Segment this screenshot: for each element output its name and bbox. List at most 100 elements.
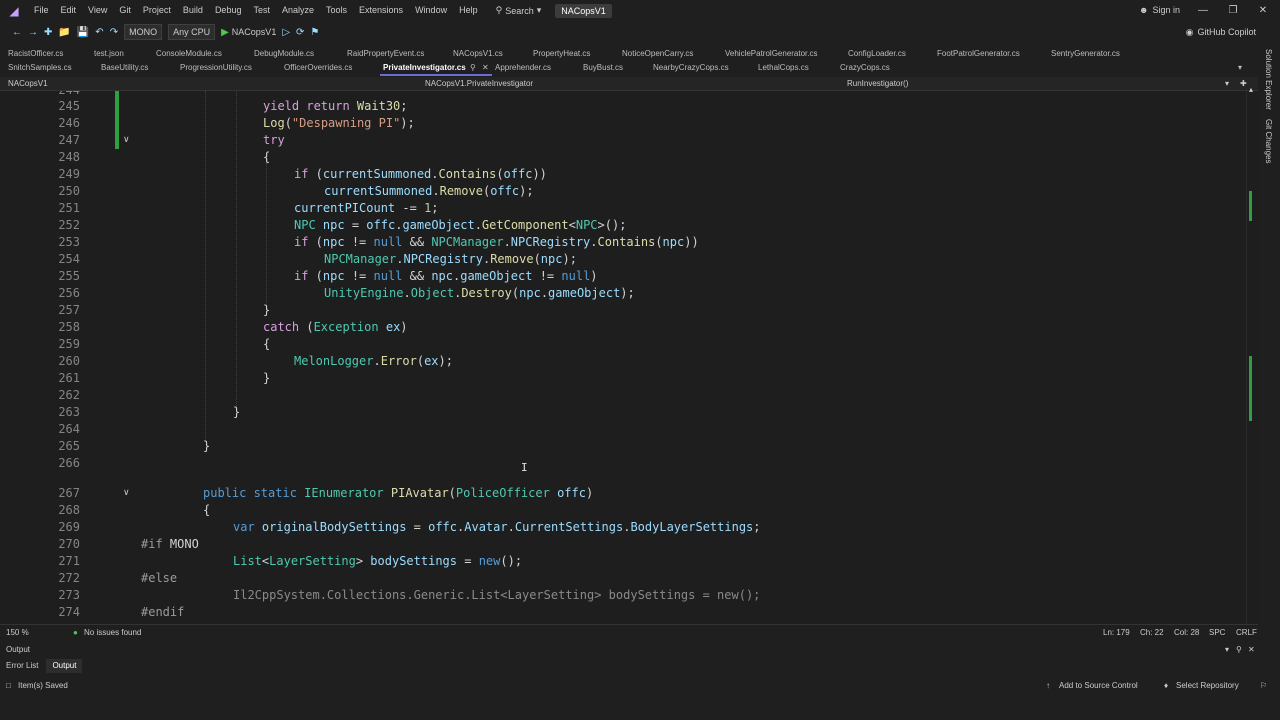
tab-officer-overrides[interactable]: OfficerOverrides.cs — [284, 61, 352, 75]
maximize-button[interactable]: ❐ — [1218, 0, 1248, 21]
redo-icon[interactable]: ↷ — [110, 27, 118, 38]
scrollbar-change-marker — [1249, 191, 1252, 221]
tab-property-heat[interactable]: PropertyHeat.cs — [533, 47, 590, 61]
tab-debug-module[interactable]: DebugModule.cs — [254, 47, 314, 61]
right-tool-rail: Solution Explorer Git Changes — [1258, 43, 1280, 643]
tab-crazy-cops[interactable]: CrazyCops.cs — [840, 61, 890, 75]
code-editor[interactable]: 244 245 246 247 248 249 250 251 252 253 … — [0, 91, 1246, 624]
tab-private-investigator[interactable]: PrivateInvestigator.cs — [383, 61, 466, 75]
whitespace-indicator[interactable]: SPC — [1209, 625, 1225, 641]
tab-output[interactable]: Output — [46, 659, 83, 673]
code-line: UnityEngine.Object.Destroy(npc.gameObjec… — [324, 286, 635, 300]
search-label: Search — [505, 5, 534, 16]
arrow-up-icon: ↑ — [1046, 681, 1050, 690]
save-icon[interactable]: 💾 — [77, 27, 89, 38]
git-changes-tab[interactable]: Git Changes — [1264, 119, 1273, 163]
close-button[interactable]: ✕ — [1248, 0, 1278, 21]
pin-icon[interactable]: ⚲ — [470, 61, 476, 75]
class-dropdown[interactable]: NACopsV1.PrivateInvestigator — [425, 77, 533, 91]
tab-progression-utility[interactable]: ProgressionUtility.cs — [180, 61, 252, 75]
menu-build[interactable]: Build — [177, 0, 209, 21]
tab-config-loader[interactable]: ConfigLoader.cs — [848, 47, 906, 61]
new-item-icon[interactable]: ✚ — [44, 27, 52, 38]
chevron-down-icon[interactable]: ▾ — [1225, 643, 1229, 657]
document-tabs-row-1: RacistOfficer.cs test.json ConsoleModule… — [0, 47, 1258, 61]
select-repository-button[interactable]: Select Repository — [1176, 678, 1239, 694]
add-to-source-control-button[interactable]: Add to Source Control — [1059, 678, 1138, 694]
search-menu[interactable]: ⚲ Search ▾ — [490, 0, 548, 21]
menu-file[interactable]: File — [28, 0, 55, 21]
tab-buy-bust[interactable]: BuyBust.cs — [583, 61, 623, 75]
fold-collapse-icon[interactable]: ∨ — [123, 134, 130, 145]
tab-snitch-samples[interactable]: SnitchSamples.cs — [8, 61, 72, 75]
menu-help[interactable]: Help — [453, 0, 484, 21]
code-line: try — [263, 133, 285, 147]
tab-vehicle-patrol-generator[interactable]: VehiclePatrolGenerator.cs — [725, 47, 818, 61]
char-indicator[interactable]: Ch: 22 — [1140, 625, 1164, 641]
tab-test-json[interactable]: test.json — [94, 47, 124, 61]
line-number: 270 — [58, 537, 80, 551]
line-number: 249 — [58, 167, 80, 181]
menu-extensions[interactable]: Extensions — [353, 0, 409, 21]
check-circle-icon: ● — [73, 628, 78, 637]
run-without-debug-icon[interactable]: ▷ — [282, 27, 290, 38]
back-icon[interactable]: ← — [12, 27, 22, 38]
menu-debug[interactable]: Debug — [209, 0, 248, 21]
split-editor-icon[interactable]: ✚ — [1240, 77, 1247, 91]
undo-icon[interactable]: ↶ — [95, 27, 103, 38]
solution-name-badge: NACopsV1 — [555, 3, 612, 18]
tab-sentry-generator[interactable]: SentryGenerator.cs — [1051, 47, 1120, 61]
scroll-up-icon[interactable]: ▴ — [1249, 85, 1253, 94]
tab-lethal-cops[interactable]: LethalCops.cs — [758, 61, 809, 75]
run-button[interactable]: ▶ NACopsV1 — [221, 27, 276, 38]
fold-collapse-icon[interactable]: ∨ — [123, 487, 130, 498]
tab-base-utility[interactable]: BaseUtility.cs — [101, 61, 148, 75]
open-folder-icon[interactable]: 📁 — [58, 27, 70, 38]
column-indicator[interactable]: Col: 28 — [1174, 625, 1199, 641]
chevron-down-icon[interactable]: ▾ — [1225, 77, 1229, 91]
hot-reload-icon[interactable]: ⟳ — [296, 27, 304, 38]
tab-nacopsv1[interactable]: NACopsV1.cs — [453, 47, 503, 61]
output-panel-header: Output ▾ ⚲ ✕ — [0, 643, 1258, 657]
tab-nearby-crazy-cops[interactable]: NearbyCrazyCops.cs — [653, 61, 729, 75]
menu-git[interactable]: Git — [113, 0, 137, 21]
line-number: 244 — [40, 91, 80, 97]
tab-apprehender[interactable]: Apprehender.cs — [495, 61, 551, 75]
tab-racist-officer[interactable]: RacistOfficer.cs — [8, 47, 63, 61]
forward-icon[interactable]: → — [28, 27, 38, 38]
tab-console-module[interactable]: ConsoleModule.cs — [156, 47, 222, 61]
solution-explorer-tab[interactable]: Solution Explorer — [1264, 49, 1273, 110]
zoom-dropdown[interactable]: 150 % — [6, 625, 29, 641]
tab-overflow-chevron-icon[interactable]: ▾ — [1238, 61, 1242, 75]
project-dropdown[interactable]: NACopsV1 — [8, 77, 48, 91]
sign-in-button[interactable]: ☻ Sign in — [1139, 0, 1180, 21]
line-number: 257 — [58, 303, 80, 317]
tab-notice-open-carry[interactable]: NoticeOpenCarry.cs — [622, 47, 693, 61]
line-indicator[interactable]: Ln: 179 — [1103, 625, 1130, 641]
menu-bar: ◢ File Edit View Git Project Build Debug… — [0, 0, 1280, 21]
github-copilot-button[interactable]: ◉ GitHub Copilot — [1186, 21, 1256, 43]
menu-project[interactable]: Project — [137, 0, 177, 21]
pin-icon[interactable]: ⚲ — [1236, 643, 1242, 657]
code-line: { — [203, 503, 211, 517]
close-tab-icon[interactable]: ✕ — [482, 61, 489, 75]
platform-dropdown[interactable]: Any CPU — [168, 24, 216, 40]
menu-view[interactable]: View — [82, 0, 113, 21]
tab-raid-property-event[interactable]: RaidPropertyEvent.cs — [347, 47, 424, 61]
minimize-button[interactable]: — — [1188, 0, 1218, 21]
issues-indicator[interactable]: No issues found — [84, 625, 141, 641]
menu-edit[interactable]: Edit — [55, 0, 83, 21]
configuration-dropdown[interactable]: MONO — [124, 24, 163, 40]
menu-test[interactable]: Test — [247, 0, 276, 21]
line-ending-indicator[interactable]: CRLF — [1236, 625, 1257, 641]
menu-tools[interactable]: Tools — [320, 0, 353, 21]
member-dropdown[interactable]: RunInvestigator() — [847, 77, 908, 91]
notifications-icon[interactable]: ⚐ — [1260, 678, 1267, 694]
menu-window[interactable]: Window — [409, 0, 453, 21]
bookmark-icon[interactable]: ⚑ — [310, 27, 319, 38]
vertical-scrollbar[interactable]: ▴ — [1246, 85, 1258, 624]
tab-foot-patrol-generator[interactable]: FootPatrolGenerator.cs — [937, 47, 1020, 61]
close-icon[interactable]: ✕ — [1248, 643, 1255, 657]
tab-error-list[interactable]: Error List — [0, 659, 44, 673]
menu-analyze[interactable]: Analyze — [276, 0, 320, 21]
